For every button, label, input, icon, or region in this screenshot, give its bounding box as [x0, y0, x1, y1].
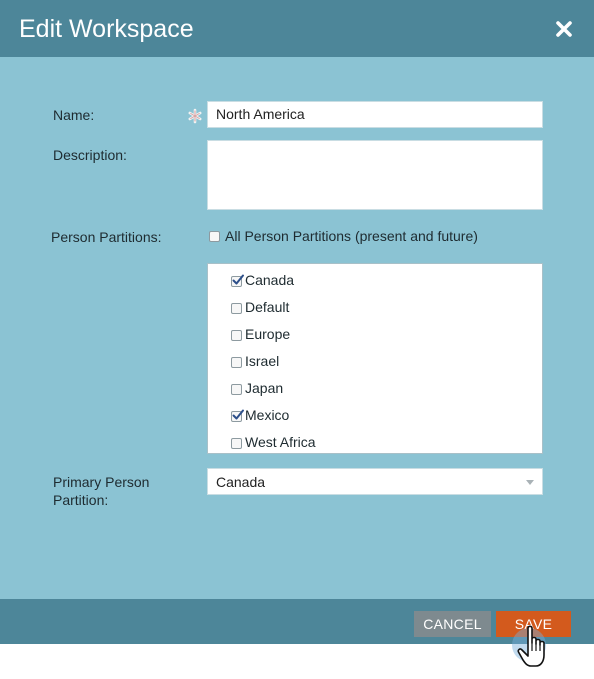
partition-label-japan: Japan [245, 380, 284, 396]
partition-label-israel: Israel [245, 353, 280, 369]
partition-checkbox-canada[interactable] [231, 274, 244, 287]
partition-item-west-africa[interactable]: West Africa [208, 428, 542, 453]
dialog-title: Edit Workspace [19, 15, 194, 43]
partition-checkbox-europe[interactable] [231, 330, 242, 341]
all-partitions-checkbox[interactable] [209, 231, 220, 242]
partition-label-default: Default [245, 299, 290, 315]
partition-label-west-africa: West Africa [245, 434, 316, 450]
partition-item-default[interactable]: Default [208, 293, 542, 320]
primary-partition-value: Canada [216, 474, 266, 490]
partition-item-europe[interactable]: Europe [208, 320, 542, 347]
primary-partition-label-line1: Primary Person [53, 474, 150, 490]
name-input[interactable]: North America [207, 101, 543, 128]
partitions-listbox[interactable]: Canada Default Europe Israel Japan Mexic… [207, 263, 543, 454]
partition-checkbox-default[interactable] [231, 303, 242, 314]
close-icon[interactable] [553, 18, 575, 40]
primary-partition-label-line2: Partition: [53, 492, 109, 508]
partition-checkbox-west-africa[interactable] [231, 438, 242, 449]
partition-item-japan[interactable]: Japan [208, 374, 542, 401]
partition-item-mexico[interactable]: Mexico [208, 401, 542, 428]
partition-label-canada: Canada [245, 272, 295, 288]
hand-pointer-icon [516, 624, 560, 672]
partition-checkbox-mexico[interactable] [231, 409, 244, 422]
cancel-button[interactable]: CANCEL [414, 611, 491, 637]
partition-item-israel[interactable]: Israel [208, 347, 542, 374]
partition-label-mexico: Mexico [245, 407, 290, 423]
dialog-header: Edit Workspace [0, 0, 594, 57]
required-asterisk-icon [187, 108, 203, 124]
chevron-down-icon [526, 480, 534, 485]
partition-item-canada[interactable]: Canada [208, 266, 542, 293]
all-partitions-label: All Person Partitions (present and futur… [225, 228, 478, 244]
person-partitions-label: Person Partitions: [51, 229, 162, 245]
partition-label-europe: Europe [245, 326, 291, 342]
description-textarea[interactable] [207, 140, 543, 210]
partition-checkbox-israel[interactable] [231, 357, 242, 368]
partition-checkbox-japan[interactable] [231, 384, 242, 395]
primary-partition-select[interactable]: Canada [207, 468, 543, 495]
description-label: Description: [53, 147, 127, 163]
edit-workspace-dialog: Edit Workspace Name: North America Descr… [0, 0, 594, 644]
name-label: Name: [53, 107, 95, 123]
